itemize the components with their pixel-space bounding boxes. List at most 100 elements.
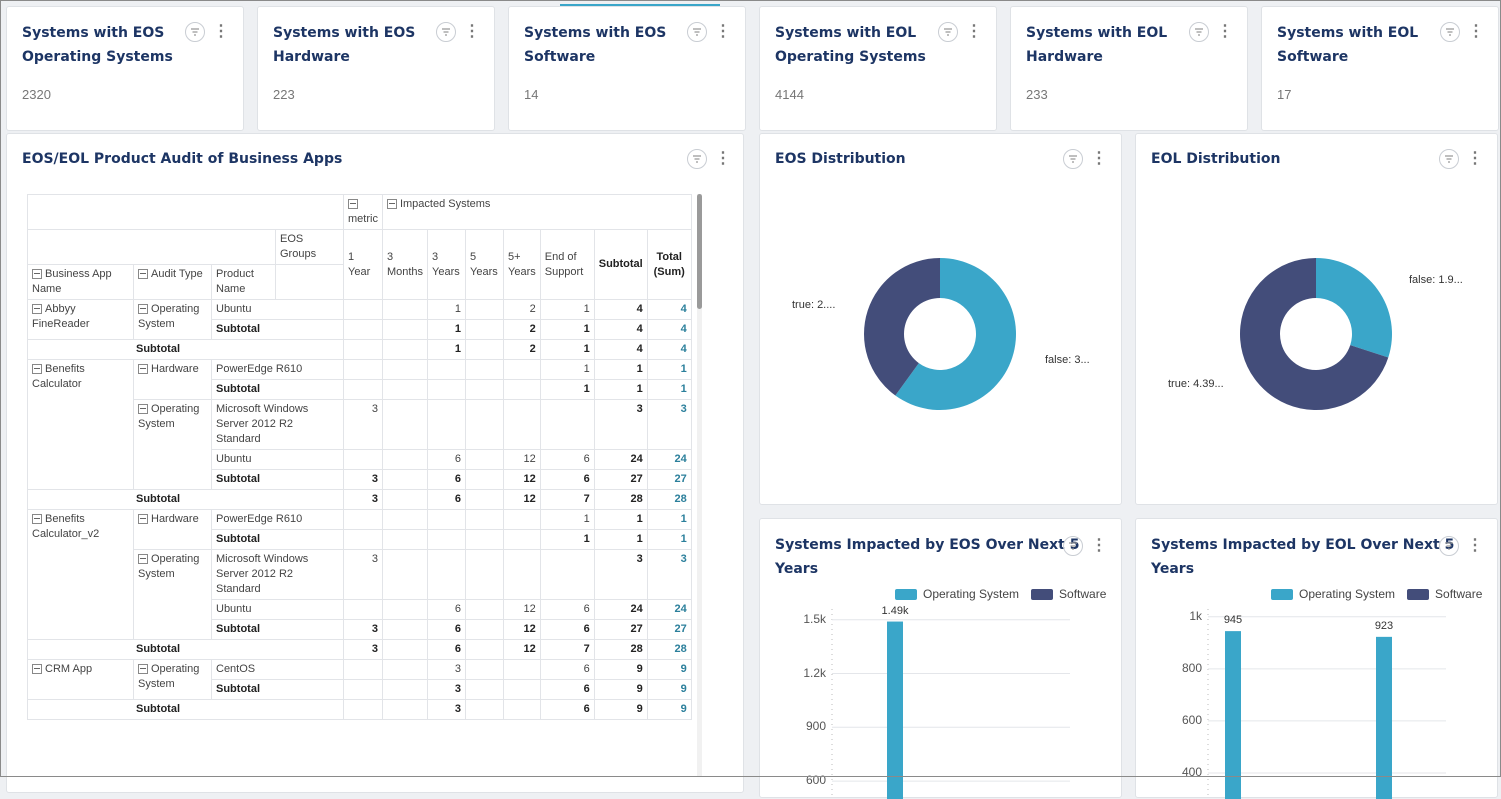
more-options-icon[interactable]: ⋮	[1217, 24, 1233, 40]
filter-icon[interactable]	[687, 149, 707, 169]
kpi-title-line: Operating Systems	[22, 49, 173, 65]
app-subtotal-row: Subtotal 1 2 1 4 4	[27, 339, 692, 360]
donut-slice	[1316, 258, 1392, 358]
row-header[interactable]: Business App Name	[27, 264, 134, 300]
filter-icon[interactable]	[1189, 22, 1209, 42]
more-options-icon[interactable]: ⋮	[213, 24, 229, 40]
scrollbar-thumb[interactable]	[697, 194, 702, 309]
kpi-card[interactable]: Systems with EOS Software 14 ⋮	[508, 6, 746, 131]
kpi-card[interactable]: Systems with EOS Hardware 223 ⋮	[257, 6, 495, 131]
donut-chart	[1240, 258, 1392, 410]
value-cell: 1	[539, 339, 595, 360]
collapse-toggle-icon[interactable]	[32, 664, 42, 675]
column-header[interactable]: 1 Year	[343, 229, 383, 300]
value-cell	[381, 509, 429, 530]
impacted-systems-header[interactable]: Impacted Systems	[400, 198, 490, 210]
value-cell: 3	[343, 469, 383, 490]
audit-type-cell[interactable]: Hardware	[133, 359, 212, 400]
value-cell: 6	[427, 469, 467, 490]
value-cell	[427, 529, 467, 550]
business-app-cell[interactable]: Abbyy FineReader	[27, 299, 134, 340]
value-cell: 6	[539, 659, 595, 680]
value-cell: 28	[646, 639, 692, 660]
column-header[interactable]: Total (Sum)	[646, 229, 692, 300]
value-cell	[343, 509, 383, 530]
collapse-toggle-icon[interactable]	[348, 199, 358, 210]
collapse-toggle-icon[interactable]	[32, 364, 42, 375]
value-cell: 4	[593, 319, 648, 340]
filter-icon[interactable]	[1063, 149, 1083, 169]
row-header[interactable]: Product Name	[211, 264, 276, 300]
y-tick-label: 1.5k	[803, 611, 826, 626]
metric-header[interactable]: metric	[348, 213, 378, 225]
pivot-table-container[interactable]: metric Impacted Systems EOS Groups 1 Year 3 …	[27, 194, 695, 777]
column-header[interactable]: Subtotal	[593, 229, 648, 300]
collapse-toggle-icon[interactable]	[32, 514, 42, 525]
kpi-title-line: Software	[1277, 49, 1349, 65]
business-app-cell[interactable]: Benefits Calculator_v2	[27, 509, 134, 640]
collapse-toggle-icon[interactable]	[138, 364, 148, 375]
kpi-card[interactable]: Systems with EOL Operating Systems 4144 ⋮	[759, 6, 997, 131]
bar	[887, 621, 903, 799]
audit-type-cell[interactable]: Operating System	[133, 659, 212, 700]
value-cell: 2	[503, 319, 541, 340]
value-cell: 3	[343, 489, 383, 510]
column-header[interactable]: 5 Years	[465, 229, 505, 300]
value-cell: 9	[646, 699, 692, 720]
column-header[interactable]: 3 Years	[427, 229, 467, 300]
more-options-icon[interactable]: ⋮	[1091, 151, 1107, 167]
collapse-toggle-icon[interactable]	[32, 269, 42, 280]
more-options-icon[interactable]: ⋮	[715, 151, 731, 167]
value-cell	[503, 399, 541, 450]
more-options-icon[interactable]: ⋮	[1468, 24, 1484, 40]
slice-label: true: 4.39...	[1168, 378, 1224, 390]
filter-icon[interactable]	[185, 22, 205, 42]
business-app-cell[interactable]: Benefits Calculator	[27, 359, 134, 490]
audit-type-cell[interactable]: Operating System	[133, 399, 212, 490]
subtotal-label: Subtotal	[211, 469, 344, 490]
value-cell: 1	[593, 379, 648, 400]
filter-icon[interactable]	[436, 22, 456, 42]
filter-icon[interactable]	[938, 22, 958, 42]
product-name-cell: Microsoft Windows Server 2012 R2 Standar…	[211, 549, 344, 600]
collapse-toggle-icon[interactable]	[386, 199, 397, 210]
column-header[interactable]: 3 Months	[381, 229, 429, 300]
column-header[interactable]: End of Support	[539, 229, 595, 300]
row-header[interactable]: Audit Type	[133, 264, 212, 300]
value-cell: 6	[539, 699, 595, 720]
collapse-toggle-icon[interactable]	[138, 514, 148, 525]
collapse-toggle-icon[interactable]	[32, 304, 42, 315]
filter-icon[interactable]	[1439, 149, 1459, 169]
audit-type-cell[interactable]: Operating System	[133, 549, 212, 640]
slice-label: false: 3...	[1045, 354, 1090, 366]
column-header[interactable]: 5+ Years	[503, 229, 541, 300]
audit-type-cell[interactable]: Hardware	[133, 509, 212, 550]
product-name-cell: Microsoft Windows Server 2012 R2 Standar…	[211, 399, 344, 450]
value-cell	[381, 399, 429, 450]
kpi-card[interactable]: Systems with EOS Operating Systems 2320 ⋮	[6, 6, 244, 131]
collapse-toggle-icon[interactable]	[138, 554, 148, 565]
value-cell: 24	[593, 599, 648, 620]
more-options-icon[interactable]: ⋮	[464, 24, 480, 40]
collapse-toggle-icon[interactable]	[138, 269, 148, 280]
more-options-icon[interactable]: ⋮	[966, 24, 982, 40]
more-options-icon[interactable]: ⋮	[1467, 151, 1483, 167]
filter-icon[interactable]	[1440, 22, 1460, 42]
kpi-card[interactable]: Systems with EOL Hardware 233 ⋮	[1010, 6, 1248, 131]
value-cell: 3	[427, 659, 467, 680]
business-app-cell[interactable]: CRM App	[27, 659, 134, 700]
y-tick-label: 900	[805, 719, 826, 734]
audit-type-cell[interactable]: Operating System	[133, 299, 212, 340]
collapse-toggle-icon[interactable]	[138, 304, 148, 315]
value-cell: 3	[343, 399, 383, 450]
value-cell: 12	[503, 449, 541, 470]
subtotal-label: Subtotal	[211, 529, 344, 550]
collapse-toggle-icon[interactable]	[138, 664, 148, 675]
more-options-icon[interactable]: ⋮	[715, 24, 731, 40]
collapse-toggle-icon[interactable]	[138, 404, 148, 415]
value-cell	[465, 699, 505, 720]
value-cell: 3	[646, 399, 692, 450]
filter-icon[interactable]	[687, 22, 707, 42]
value-cell	[343, 679, 383, 700]
kpi-card[interactable]: Systems with EOL Software 17 ⋮	[1261, 6, 1499, 131]
